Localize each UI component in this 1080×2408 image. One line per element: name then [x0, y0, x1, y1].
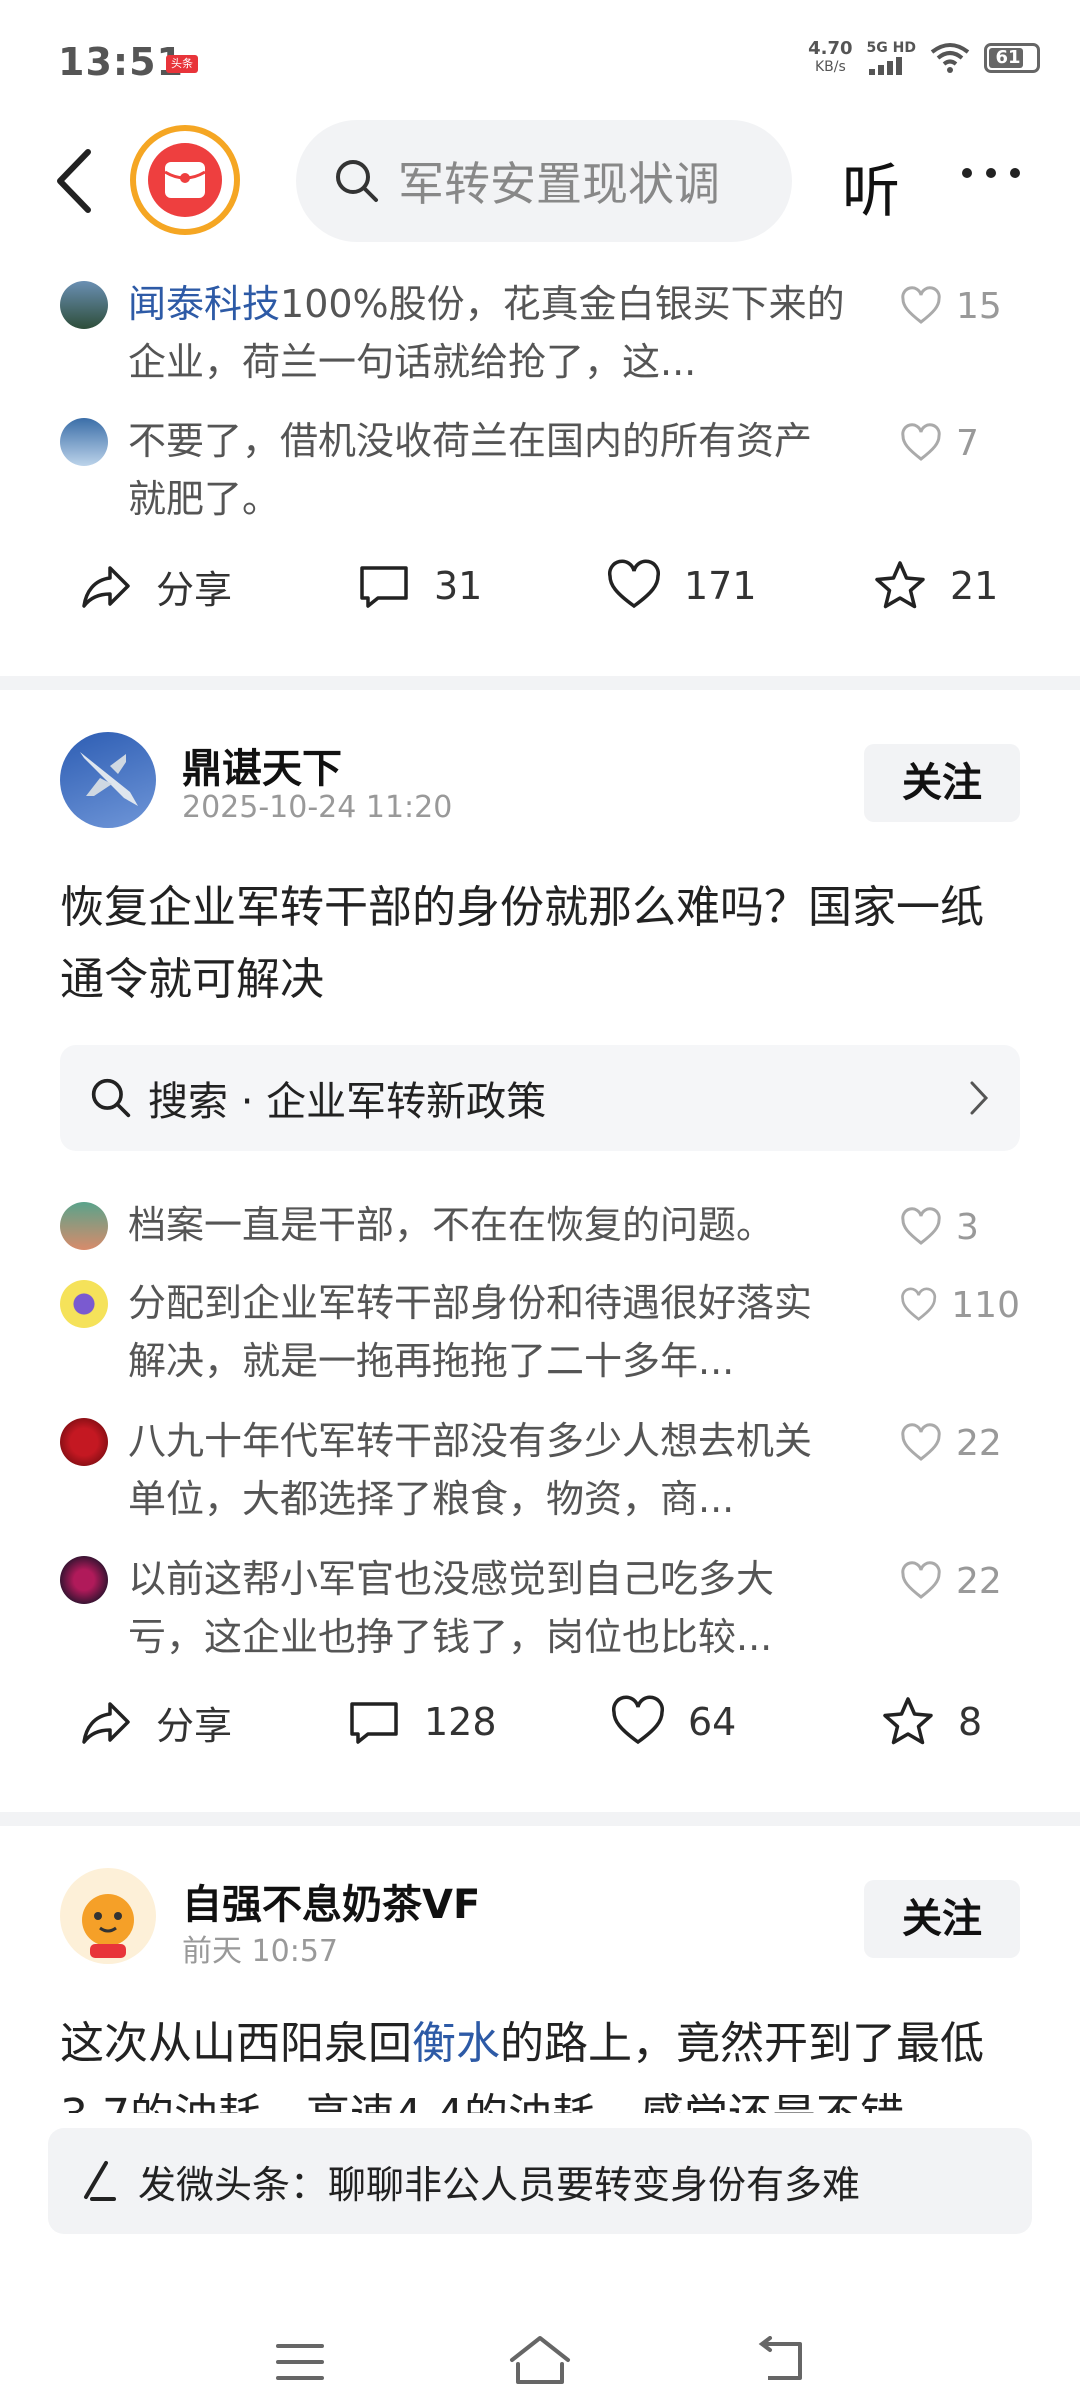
more-icon[interactable]	[962, 168, 1020, 178]
share-icon	[82, 1702, 130, 1744]
heart-icon	[901, 1561, 941, 1599]
status-bar: 13:51 头条 4.70 KB/s 5G HD 61	[0, 0, 1080, 110]
company-link[interactable]: 闻泰科技	[128, 282, 280, 326]
back-arrow-icon[interactable]	[50, 146, 100, 216]
tiger-mascot-icon	[82, 1894, 134, 1958]
search-text: 军转安置现状调	[398, 157, 720, 211]
follow-button[interactable]: 关注	[864, 744, 1020, 822]
commenter-avatar[interactable]	[60, 418, 108, 466]
search-suggestion-text: 搜索 · 企业军转新政策	[148, 1079, 547, 1125]
listen-button[interactable]: 听	[842, 144, 900, 228]
status-icons: 4.70 KB/s 5G HD 61	[808, 40, 1040, 76]
share-icon	[82, 566, 130, 608]
comment-text: 八九十年代军转干部没有多少人想去机关单位，大都选择了粮食，物资，商...	[128, 1419, 813, 1521]
action-bar: 分享 128 64 8	[0, 1694, 1080, 1774]
signal-icon: 5G HD	[867, 41, 916, 75]
search-suggestion[interactable]: 搜索 · 企业军转新政策	[60, 1045, 1020, 1151]
commenter-avatar[interactable]	[60, 1418, 108, 1466]
commenter-avatar[interactable]	[60, 1280, 108, 1328]
commenter-avatar[interactable]	[60, 1556, 108, 1604]
net-speed: 4.70 KB/s	[808, 38, 853, 76]
post-author: 自强不息奶茶VF 前天 10:57 关注	[60, 1868, 1020, 1969]
compose-bar[interactable]: 发微头条：聊聊非公人员要转变身份有多难	[48, 2128, 1032, 2234]
search-icon	[336, 160, 378, 202]
heart-icon	[608, 559, 660, 609]
post-text[interactable]: 这次从山西阳泉回衡水的路上，竟然开到了最低3.7的油耗，高速4.4的油耗，感觉还…	[60, 2008, 1020, 2113]
author-avatar[interactable]	[60, 1868, 156, 1964]
comment-like[interactable]: 3	[900, 1206, 1020, 1248]
wifi-icon	[930, 43, 970, 73]
place-link[interactable]: 衡水	[412, 2018, 500, 2069]
comment-button[interactable]: 128	[346, 1694, 497, 1750]
share-button[interactable]: 分享	[78, 558, 232, 614]
compose-text: 发微头条：聊聊非公人员要转变身份有多难	[138, 2162, 861, 2207]
comment-like[interactable]: 22	[900, 1422, 1020, 1464]
comment-text: 不要了，借机没收荷兰在国内的所有资产就肥了。	[128, 419, 813, 521]
search-box[interactable]: 军转安置现状调	[296, 120, 792, 242]
comment-item[interactable]: 以前这帮小军官也没感觉到自己吃多大亏，这企业也挣了钱了，岗位也比较... 22	[60, 1550, 1020, 1670]
heart-icon	[901, 286, 941, 324]
comment-item[interactable]: 档案一直是干部，不在在恢复的问题。 3	[60, 1196, 1020, 1256]
menu-icon[interactable]	[276, 2342, 324, 2382]
home-icon[interactable]	[508, 2334, 572, 2386]
back-nav-icon[interactable]	[756, 2336, 808, 2384]
star-icon	[883, 1697, 933, 1745]
comment-icon	[350, 1702, 398, 1744]
battery-icon: 61	[984, 43, 1040, 73]
heart-icon	[901, 1423, 941, 1461]
post-text[interactable]: 恢复企业军转干部的身份就那么难吗？国家一纸通令就可解决	[60, 872, 1020, 1016]
red-envelope-icon	[164, 162, 206, 198]
comment-text: 以前这帮小军官也没感觉到自己吃多大亏，这企业也挣了钱了，岗位也比较...	[128, 1557, 775, 1659]
comment-like[interactable]: 22	[900, 1560, 1020, 1602]
author-name[interactable]: 鼎谌天下	[182, 736, 342, 794]
share-button[interactable]: 分享	[78, 1694, 232, 1750]
commenter-avatar[interactable]	[60, 281, 108, 329]
chevron-right-icon	[970, 1081, 989, 1115]
favorite-button[interactable]: 8	[880, 1694, 982, 1750]
top-header: 军转安置现状调 听	[0, 110, 1080, 250]
like-button[interactable]: 171	[606, 558, 757, 614]
post-author: 鼎谌天下 2025-10-24 11:20 关注	[60, 732, 1020, 832]
channel-logo[interactable]	[130, 125, 240, 235]
comment-item[interactable]: 闻泰科技100%股份，花真金白银买下来的企业，荷兰一句话就给抢了，这... 15	[60, 275, 1020, 395]
comment-text: 分配到企业军转干部身份和待遇很好落实解决，就是一拖再拖拖了二十多年...	[128, 1281, 813, 1383]
post-date: 前天 10:57	[182, 1934, 338, 1969]
heart-icon	[901, 1287, 937, 1321]
heart-icon	[901, 423, 941, 461]
like-button[interactable]: 64	[610, 1694, 736, 1750]
feed-divider	[0, 1812, 1080, 1826]
follow-button[interactable]: 关注	[864, 1880, 1020, 1958]
comment-like[interactable]: 15	[900, 285, 1020, 327]
system-nav-bar	[0, 2300, 1080, 2408]
comment-text: 档案一直是干部，不在在恢复的问题。	[128, 1203, 775, 1247]
star-icon	[875, 561, 925, 609]
post-date: 2025-10-24 11:20	[182, 790, 453, 825]
toutiao-badge: 头条	[166, 55, 198, 73]
heart-icon	[612, 1695, 664, 1745]
comment-button[interactable]: 31	[356, 558, 482, 614]
comment-like[interactable]: 110	[900, 1284, 1020, 1326]
comment-item[interactable]: 分配到企业军转干部身份和待遇很好落实解决，就是一拖再拖拖了二十多年... 110	[60, 1274, 1020, 1394]
comment-item[interactable]: 不要了，借机没收荷兰在国内的所有资产就肥了。 7	[60, 412, 1020, 532]
action-bar: 分享 31 171 21	[0, 558, 1080, 638]
jet-icon	[80, 752, 138, 806]
feed-divider	[0, 676, 1080, 690]
search-icon	[91, 1078, 131, 1118]
favorite-button[interactable]: 21	[872, 558, 998, 614]
author-avatar[interactable]	[60, 732, 156, 828]
pen-icon	[84, 2161, 116, 2201]
comment-icon	[360, 566, 408, 608]
comment-item[interactable]: 八九十年代军转干部没有多少人想去机关单位，大都选择了粮食，物资，商... 22	[60, 1412, 1020, 1532]
author-name[interactable]: 自强不息奶茶VF	[182, 1872, 480, 1930]
comment-like[interactable]: 7	[900, 422, 1020, 464]
heart-icon	[901, 1207, 941, 1245]
commenter-avatar[interactable]	[60, 1202, 108, 1250]
